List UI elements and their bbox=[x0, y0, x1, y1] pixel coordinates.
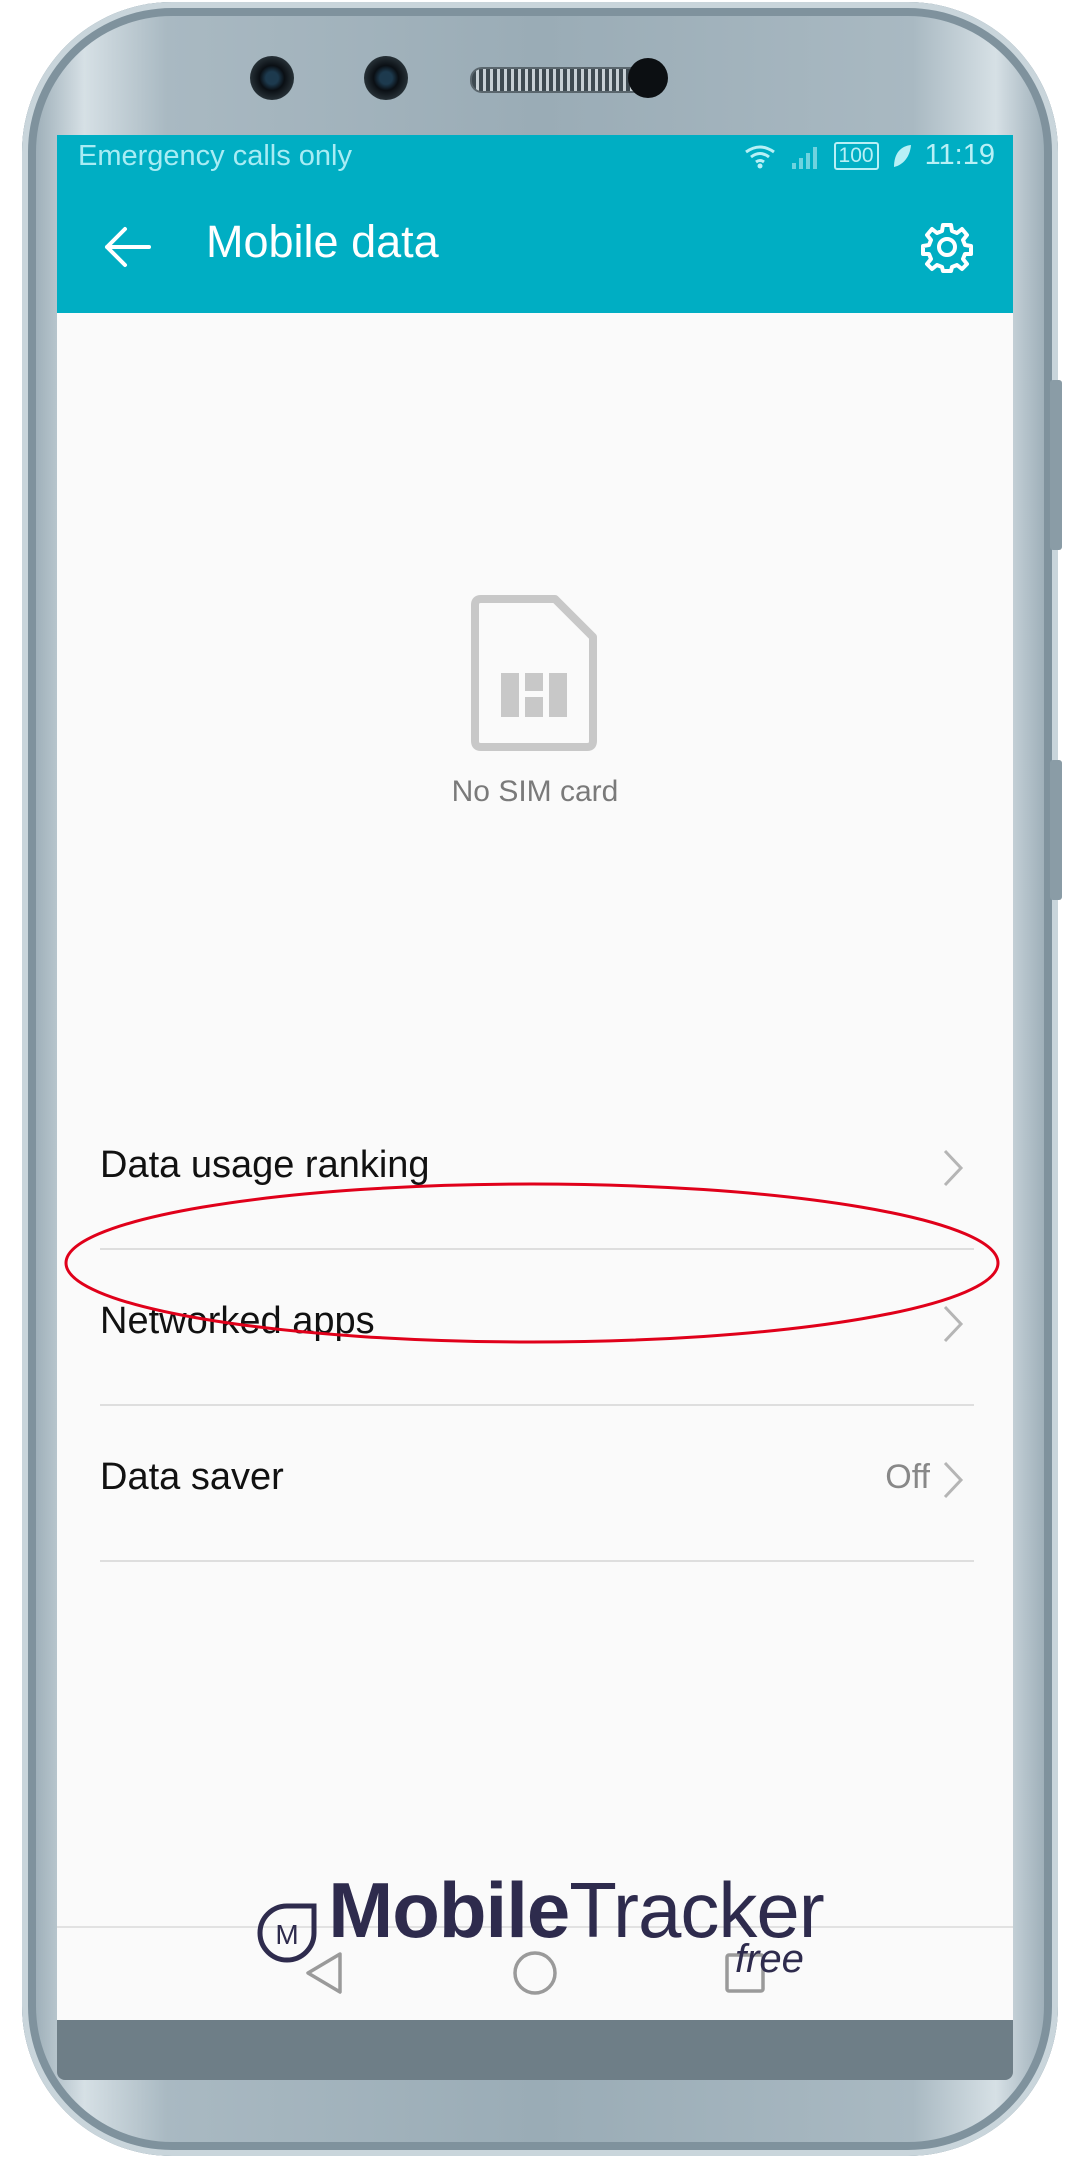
clock: 11:19 bbox=[924, 139, 995, 171]
back-arrow-icon[interactable] bbox=[101, 221, 153, 273]
menu-item-label: Data saver bbox=[100, 1456, 284, 1498]
mobiletracker-logo: M MobileTracker free bbox=[0, 1865, 1080, 1981]
chevron-right-icon bbox=[943, 1461, 964, 1499]
signal-icon bbox=[791, 146, 817, 169]
highlight-ellipse bbox=[64, 1182, 1000, 1344]
status-bar: Emergency calls only 100 11:19 bbox=[57, 135, 1013, 177]
proximity-sensor bbox=[628, 58, 668, 98]
page-title: Mobile data bbox=[206, 216, 439, 267]
logo-text-bold: Mobile bbox=[328, 1866, 570, 1954]
data-saver-status: Off bbox=[885, 1458, 930, 1496]
gear-icon[interactable] bbox=[921, 221, 973, 273]
carrier-status: Emergency calls only bbox=[78, 140, 352, 172]
earpiece-speaker bbox=[470, 67, 644, 93]
power-button bbox=[1050, 760, 1062, 900]
battery-indicator: 100 bbox=[833, 141, 879, 170]
menu-item-data-saver[interactable]: Data saver Off bbox=[100, 1404, 974, 1562]
wifi-icon bbox=[744, 145, 775, 168]
volume-button bbox=[1050, 380, 1062, 550]
front-camera-icon bbox=[250, 56, 294, 100]
front-camera-icon bbox=[364, 56, 408, 100]
screen: Emergency calls only 100 11:19 Mobile da… bbox=[57, 135, 1013, 2020]
phone-chin bbox=[57, 2020, 1013, 2080]
sim-card-icon bbox=[471, 595, 597, 751]
app-bar: Mobile data bbox=[57, 177, 1013, 313]
status-icons: 100 11:19 bbox=[742, 139, 995, 172]
no-sim-label: No SIM card bbox=[451, 775, 619, 808]
svg-text:M: M bbox=[276, 1919, 299, 1950]
mobiletracker-logo-icon: M bbox=[257, 1903, 317, 1963]
leaf-icon bbox=[893, 144, 911, 167]
logo-free-text: free bbox=[735, 1937, 804, 1981]
